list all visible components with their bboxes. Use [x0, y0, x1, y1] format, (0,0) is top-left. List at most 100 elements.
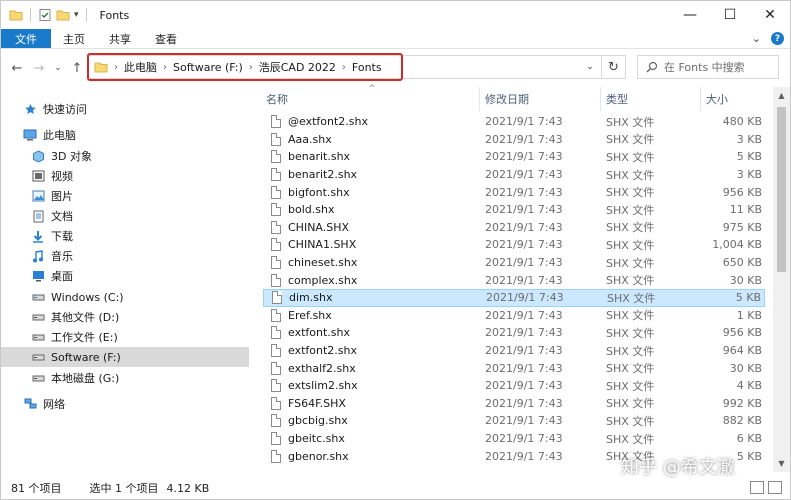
file-date: 2021/9/1 7:43	[485, 449, 563, 463]
table-row[interactable]: CHINA.SHX 2021/9/1 7:43 SHX 文件 975 KB	[263, 219, 765, 237]
file-date: 2021/9/1 7:43	[485, 256, 563, 270]
table-row[interactable]: bold.shx 2021/9/1 7:43 SHX 文件 11 KB	[263, 201, 765, 219]
file-type: SHX 文件	[606, 133, 655, 147]
table-row[interactable]: extfont.shx 2021/9/1 7:43 SHX 文件 956 KB	[263, 324, 765, 342]
file-size: 956 KB	[722, 326, 762, 340]
drive-icon	[31, 350, 45, 364]
file-name-cell: extfont.shx	[271, 326, 350, 340]
large-icons-view-icon[interactable]	[768, 481, 782, 494]
sidebar-item-drive-c[interactable]: Windows (C:)	[1, 287, 249, 307]
sidebar-item-videos[interactable]: 视频	[1, 166, 249, 186]
tab-home[interactable]: 主页	[51, 29, 97, 48]
tab-share[interactable]: 共享	[97, 29, 143, 48]
file-size: 5 KB	[735, 291, 761, 305]
document-icon	[31, 209, 45, 223]
file-size: 3 KB	[736, 132, 762, 146]
properties-icon[interactable]	[38, 8, 52, 22]
up-button[interactable]: ↑	[67, 56, 87, 80]
drive-icon	[31, 330, 45, 344]
tab-view[interactable]: 查看	[143, 29, 189, 48]
sidebar-item-downloads[interactable]: 下载	[1, 226, 249, 246]
file-date: 2021/9/1 7:43	[485, 115, 563, 129]
details-view-icon[interactable]	[750, 481, 764, 494]
sidebar-item-pictures[interactable]: 图片	[1, 186, 249, 206]
table-row[interactable]: dim.shx 2021/9/1 7:43 SHX 文件 5 KB	[263, 289, 765, 307]
file-name-cell: @extfont2.shx	[271, 115, 368, 129]
file-size: 30 KB	[729, 273, 762, 287]
sidebar-item-documents[interactable]: 文档	[1, 206, 249, 226]
file-name: FS64F.SHX	[288, 396, 346, 410]
table-row[interactable]: chineset.shx 2021/9/1 7:43 SHX 文件 650 KB	[263, 254, 765, 272]
file-icon	[271, 361, 281, 375]
close-button[interactable]: ✕	[750, 1, 790, 29]
file-size: 480 KB	[722, 115, 762, 129]
column-header-type[interactable]: 类型	[606, 87, 698, 111]
maximize-button[interactable]: ☐	[710, 1, 750, 29]
search-box[interactable]	[637, 55, 779, 79]
table-row[interactable]: Aaa.shx 2021/9/1 7:43 SHX 文件 3 KB	[263, 131, 765, 149]
table-row[interactable]: CHINA1.SHX 2021/9/1 7:43 SHX 文件 1,004 KB	[263, 236, 765, 254]
scroll-down-icon[interactable]: ▼	[773, 455, 790, 472]
file-type: SHX 文件	[606, 397, 655, 411]
scroll-up-icon[interactable]: ▲	[773, 87, 790, 104]
scrollbar-thumb[interactable]	[777, 107, 786, 272]
tab-file[interactable]: 文件	[1, 29, 51, 48]
table-row[interactable]: complex.shx 2021/9/1 7:43 SHX 文件 30 KB	[263, 271, 765, 289]
table-row[interactable]: bigfont.shx 2021/9/1 7:43 SHX 文件 956 KB	[263, 183, 765, 201]
file-type: SHX 文件	[607, 291, 656, 305]
forward-button[interactable]: →	[29, 56, 49, 80]
file-type: SHX 文件	[606, 238, 655, 252]
vertical-scrollbar[interactable]: ▲ ▼	[773, 87, 790, 472]
column-divider[interactable]	[700, 87, 701, 111]
table-row[interactable]: extfont2.shx 2021/9/1 7:43 SHX 文件 964 KB	[263, 342, 765, 360]
file-type: SHX 文件	[606, 150, 655, 164]
sidebar-item-3d-objects[interactable]: 3D 对象	[1, 146, 249, 166]
table-row[interactable]: Eref.shx 2021/9/1 7:43 SHX 文件 1 KB	[263, 307, 765, 325]
search-input[interactable]	[664, 60, 769, 74]
column-divider[interactable]	[600, 87, 601, 111]
sidebar-item-network[interactable]: 网络	[1, 394, 249, 414]
file-size: 3 KB	[736, 168, 762, 182]
file-icon	[271, 220, 281, 234]
file-date: 2021/9/1 7:43	[486, 291, 564, 305]
sidebar-item-quick-access[interactable]: 快速访问	[1, 99, 249, 119]
file-date: 2021/9/1 7:43	[485, 414, 563, 428]
sidebar-item-music[interactable]: 音乐	[1, 246, 249, 266]
file-name: dim.shx	[289, 291, 333, 305]
recent-locations-button[interactable]: ⌄	[51, 56, 65, 80]
table-row[interactable]: gbeitc.shx 2021/9/1 7:43 SHX 文件 6 KB	[263, 430, 765, 448]
back-button[interactable]: ←	[7, 56, 27, 80]
sidebar-item-drive-e[interactable]: 工作文件 (E:)	[1, 327, 249, 347]
column-divider[interactable]	[479, 87, 480, 111]
sidebar-item-desktop[interactable]: 桌面	[1, 266, 249, 286]
refresh-button[interactable]: ↻	[602, 55, 626, 79]
file-type: SHX 文件	[606, 344, 655, 358]
sidebar-item-drive-g[interactable]: 本地磁盘 (G:)	[1, 368, 249, 388]
ribbon-right: ⌄ ?	[752, 29, 790, 48]
file-name-cell: FS64F.SHX	[271, 396, 346, 410]
sidebar-item-this-pc[interactable]: 此电脑	[1, 125, 249, 145]
file-size: 1 KB	[736, 308, 762, 322]
column-header-name[interactable]: 名称	[266, 87, 482, 111]
column-header-size[interactable]: 大小	[706, 87, 766, 111]
table-row[interactable]: benarit.shx 2021/9/1 7:43 SHX 文件 5 KB	[263, 148, 765, 166]
sidebar-item-drive-d[interactable]: 其他文件 (D:)	[1, 307, 249, 327]
column-header-date[interactable]: 修改日期	[485, 87, 600, 111]
table-row[interactable]: extslim2.shx 2021/9/1 7:43 SHX 文件 4 KB	[263, 377, 765, 395]
address-dropdown-button[interactable]: ⌄	[579, 56, 601, 78]
table-row[interactable]: benarit2.shx 2021/9/1 7:43 SHX 文件 3 KB	[263, 166, 765, 184]
minimize-button[interactable]: —	[670, 1, 710, 29]
customize-toolbar-icon[interactable]: ▾	[74, 10, 79, 20]
table-row[interactable]: FS64F.SHX 2021/9/1 7:43 SHX 文件 992 KB	[263, 395, 765, 413]
expand-ribbon-icon[interactable]: ⌄	[752, 32, 761, 45]
sidebar-item-drive-f[interactable]: Software (F:)	[1, 347, 249, 367]
table-row[interactable]: exthalf2.shx 2021/9/1 7:43 SHX 文件 30 KB	[263, 359, 765, 377]
file-name-cell: chineset.shx	[271, 256, 357, 270]
table-row[interactable]: gbcbig.shx 2021/9/1 7:43 SHX 文件 882 KB	[263, 412, 765, 430]
file-name: CHINA.SHX	[288, 220, 350, 234]
help-icon[interactable]: ?	[771, 32, 784, 45]
file-type: SHX 文件	[606, 326, 655, 340]
new-folder-icon[interactable]	[56, 8, 70, 22]
table-row[interactable]: @extfont2.shx 2021/9/1 7:43 SHX 文件 480 KB	[263, 113, 765, 131]
file-name-cell: CHINA.SHX	[271, 220, 350, 234]
